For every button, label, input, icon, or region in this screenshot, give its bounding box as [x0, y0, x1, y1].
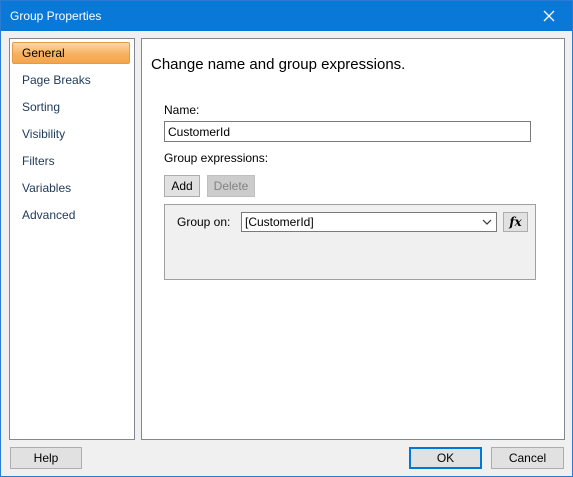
nav-item-visibility[interactable]: Visibility — [12, 123, 130, 145]
function-icon: fx — [509, 215, 522, 229]
group-on-label: Group on: — [177, 215, 231, 229]
ok-button[interactable]: OK — [409, 447, 482, 469]
panel-heading: Change name and group expressions. — [151, 56, 406, 73]
nav-list: General Page Breaks Sorting Visibility F… — [9, 38, 135, 440]
window-title: Group Properties — [10, 9, 102, 23]
cancel-button[interactable]: Cancel — [491, 447, 564, 469]
nav-item-general[interactable]: General — [12, 42, 130, 64]
general-panel: Change name and group expressions. Name:… — [141, 38, 565, 440]
add-button[interactable]: Add — [164, 175, 200, 197]
delete-button[interactable]: Delete — [207, 175, 255, 197]
title-bar: Group Properties — [1, 1, 572, 31]
nav-item-filters[interactable]: Filters — [12, 150, 130, 172]
name-input[interactable] — [164, 121, 531, 142]
group-expressions-box: Group on: [CustomerId] fx — [164, 204, 536, 280]
group-on-select[interactable]: [CustomerId] — [241, 212, 497, 232]
nav-item-variables[interactable]: Variables — [12, 177, 130, 199]
function-button[interactable]: fx — [503, 212, 528, 232]
chevron-down-icon — [482, 219, 492, 225]
nav-item-advanced[interactable]: Advanced — [12, 204, 130, 226]
close-button[interactable] — [526, 1, 572, 31]
group-expressions-label: Group expressions: — [164, 151, 269, 165]
group-on-value: [CustomerId] — [245, 215, 314, 229]
close-icon — [543, 10, 555, 22]
help-button[interactable]: Help — [10, 447, 82, 469]
group-properties-dialog: Group Properties General Page Breaks Sor… — [0, 0, 573, 477]
nav-item-sorting[interactable]: Sorting — [12, 96, 130, 118]
nav-item-page-breaks[interactable]: Page Breaks — [12, 69, 130, 91]
name-label: Name: — [164, 103, 200, 117]
